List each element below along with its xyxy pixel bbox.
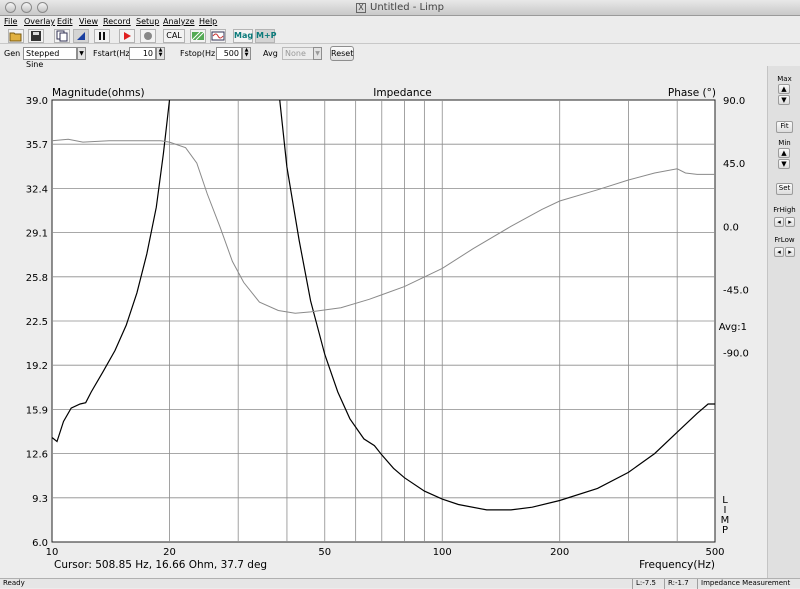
status-bar: Ready L:-7.5 R:-1.7 Impedance Measuremen… [0,578,800,589]
x-axis-label: Frequency(Hz) [639,559,715,571]
avg-select[interactable]: None [282,47,314,60]
folder-open-icon [9,32,22,42]
app-icon: X [356,3,367,13]
y2-tick-label: -45.0 [723,285,749,296]
generator-bar: Gen Stepped Sine ▼ Fstart(Hz 10 ▲ ▼ Fstop… [0,45,800,69]
y2-axis-label: Phase (°) [668,87,716,99]
gen-dropdown-arrow[interactable]: ▼ [77,47,86,60]
reset-button[interactable]: Reset [330,46,354,61]
frlow-right-button[interactable]: ▸ [785,247,795,257]
fstart-label: Fstart(Hz [93,49,130,58]
menu-view[interactable]: View [79,17,98,26]
plot-area: 39.0 35.7 32.4 29.1 25.8 22.5 19.2 15.9 12.6 9.3 6… [0,70,767,578]
menu-record[interactable]: Record [103,17,131,26]
gen-select[interactable]: Stepped Sine [23,47,77,69]
x-tick-label: 100 [433,547,452,558]
y-tick-label: 9.3 [32,494,48,505]
menu-bar: File Overlay Edit View Record Setup Anal… [0,16,800,28]
menu-file[interactable]: File [4,17,17,26]
stop-button[interactable] [140,29,156,43]
frlow-left-button[interactable]: ◂ [774,247,784,257]
record-dot-icon [144,32,152,40]
min-label: Min [778,139,791,147]
y-tick-label: 22.5 [26,317,48,328]
y2-tick-label: -90.0 [723,349,749,360]
save-button[interactable] [28,29,44,43]
window-titlebar: X Untitled - Limp [0,0,800,16]
menu-setup[interactable]: Setup [136,17,159,26]
y-tick-label: 19.2 [26,361,48,372]
menu-edit[interactable]: Edit [57,17,73,26]
set-button[interactable]: Set [776,183,793,195]
fstop-label: Fstop(Hz [180,49,216,58]
fit-button[interactable]: Fit [776,121,793,133]
play-icon [124,32,131,40]
frhigh-right-button[interactable]: ▸ [785,217,795,227]
y-tick-label: 32.4 [26,184,48,195]
y2-tick-label: 0.0 [723,222,739,233]
y-tick-label: 12.6 [26,450,48,461]
gen-label: Gen [4,49,21,58]
x-tick-label: 50 [318,547,331,558]
hatch-button[interactable] [190,29,206,43]
y-axis-label: Magnitude(ohms) [52,87,145,99]
max-label: Max [777,75,792,83]
play-button[interactable] [119,29,135,43]
avg-dropdown-arrow[interactable]: ▼ [313,47,322,60]
avg-label: Avg [263,49,278,58]
toolbar: CAL Mag M+P [0,28,800,44]
x-tick-label: 10 [46,547,59,558]
y-tick-label: 25.8 [26,273,48,284]
fstop-input[interactable]: 500 [216,47,242,60]
cal-button[interactable]: CAL [163,29,185,43]
impedance-chart[interactable]: 39.035.732.429.125.822.519.215.912.69.36… [0,70,767,578]
min-up-button[interactable]: ▲ [778,148,790,158]
y-tick-label: 35.7 [26,140,48,151]
fstart-stepper[interactable]: ▲ ▼ [156,47,165,60]
menu-overlay[interactable]: Overlay [24,17,55,26]
max-down-button[interactable]: ▼ [778,95,790,105]
frlow-label: FrLow [774,236,795,244]
pause-icon [99,32,105,40]
y-tick-label: 29.1 [26,229,48,240]
pause-button[interactable] [94,29,110,43]
avg-annotation: Avg:1 [719,322,747,333]
mag-button[interactable]: Mag [233,29,253,43]
y2-tick-label: 45.0 [723,159,745,170]
max-up-button[interactable]: ▲ [778,84,790,94]
open-button[interactable] [8,29,24,43]
menu-analyze[interactable]: Analyze [163,17,195,26]
frhigh-label: FrHigh [773,206,796,214]
y-tick-label: 15.9 [26,405,48,416]
y2-tick-label: 90.0 [723,96,745,107]
hatch-icon [191,31,205,41]
y-tick-label: 39.0 [26,96,48,107]
x-tick-label: 500 [705,547,724,558]
marker-icon [77,32,85,40]
window-title: X Untitled - Limp [0,2,800,13]
cursor-readout: Cursor: 508.85 Hz, 16.66 Ohm, 37.7 deg [54,559,267,571]
chart-title: Impedance [373,87,431,99]
wave-button[interactable] [210,29,226,43]
mag-phase-button[interactable]: M+P [255,29,277,43]
copy-button[interactable] [54,29,70,43]
x-tick-label: 200 [550,547,569,558]
marker-button[interactable] [73,29,89,43]
fstart-input[interactable]: 10 [129,47,156,60]
copy-icon [56,30,68,42]
wave-icon [211,31,225,41]
menu-help[interactable]: Help [199,17,217,26]
x-tick-label: 20 [163,547,176,558]
min-down-button[interactable]: ▼ [778,159,790,169]
floppy-disk-icon [31,31,41,41]
scale-panel: Max ▲ ▼ Fit Min ▲ ▼ Set FrHigh ◂ ▸ FrLow… [767,66,800,578]
side-annotation-letter: P [722,525,728,536]
frhigh-left-button[interactable]: ◂ [774,217,784,227]
fstop-stepper[interactable]: ▲ ▼ [242,47,251,60]
